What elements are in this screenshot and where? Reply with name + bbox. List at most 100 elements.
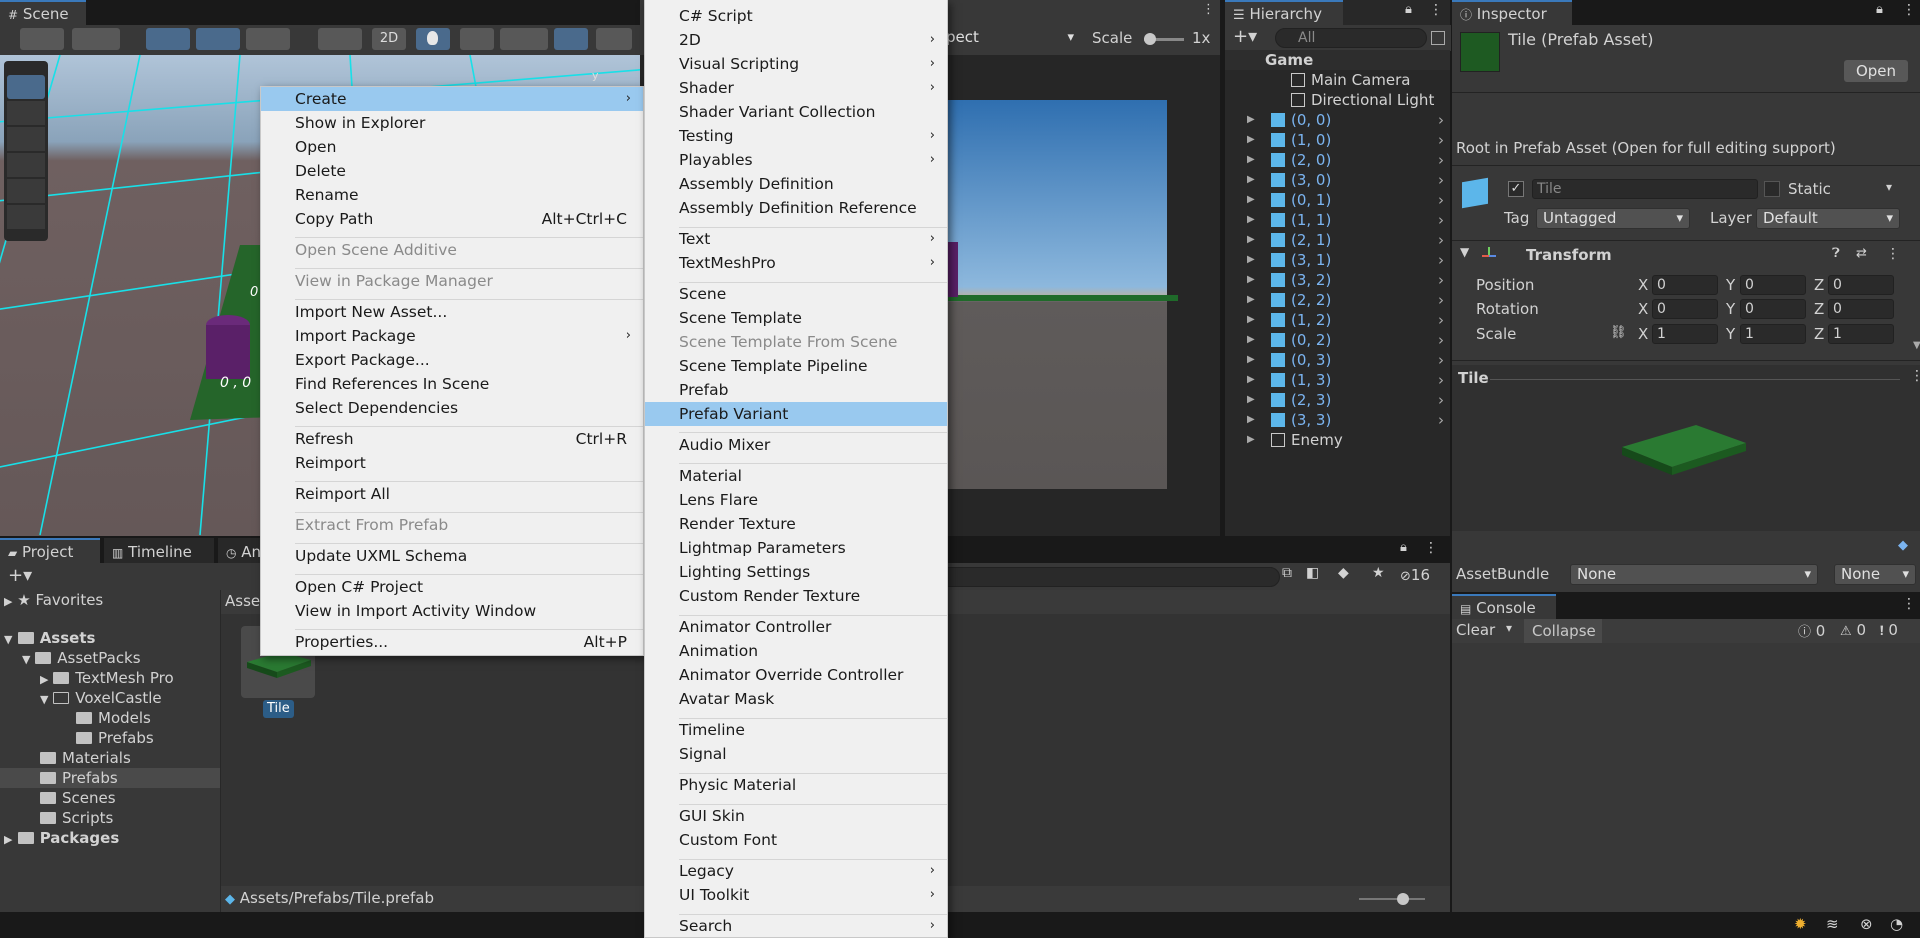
foldout-icon[interactable]: ▶ [1247, 410, 1255, 430]
help-icon[interactable]: ❓︎ [1832, 246, 1840, 261]
tree-voxelcastle-prefabs[interactable]: Prefabs [76, 728, 154, 748]
effects-dropdown[interactable] [500, 28, 548, 50]
aspect-dropdown[interactable]: pect [940, 28, 1080, 49]
filter-type-icon[interactable]: ◧ [1306, 565, 1319, 581]
foldout-icon[interactable]: ▶ [1247, 330, 1255, 350]
more-icon[interactable]: ⋮ [1902, 2, 1916, 18]
chevron-right-icon[interactable]: › [1438, 110, 1444, 130]
chevron-right-icon[interactable]: › [1438, 370, 1444, 390]
shading-dropdown[interactable] [318, 28, 362, 50]
position-y-input[interactable]: 0 [1740, 275, 1806, 295]
tag-dropdown[interactable]: Untagged [1536, 208, 1690, 229]
scale-z-input[interactable]: 1 [1828, 324, 1894, 344]
chevron-right-icon[interactable]: › [1438, 410, 1444, 430]
log-counter[interactable]: ⓘ 0 [1798, 621, 1825, 640]
audio-toggle[interactable] [460, 28, 494, 50]
menu-item[interactable]: Select Dependencies [261, 396, 643, 420]
thumbnail-size-slider[interactable] [1359, 893, 1425, 905]
clear-button[interactable]: Clear [1456, 621, 1495, 639]
menu-item[interactable]: Shader Variant Collection [645, 100, 947, 124]
breadcrumb[interactable]: Asse [225, 592, 260, 610]
hierarchy-item[interactable]: ▶ (0, 3) › [1225, 350, 1450, 370]
chevron-right-icon[interactable]: › [1438, 290, 1444, 310]
rotation-y-input[interactable]: 0 [1740, 299, 1806, 319]
menu-item[interactable]: 2D › [645, 28, 947, 52]
foldout-icon[interactable]: ▶ [1247, 150, 1255, 170]
tab-scene[interactable]: # Scene [0, 0, 86, 25]
chevron-right-icon[interactable]: › [1438, 210, 1444, 230]
tree-assetpacks[interactable]: ▼ AssetPacks [22, 648, 141, 668]
position-x-input[interactable]: 0 [1652, 275, 1718, 295]
menu-item[interactable]: Open [261, 135, 643, 159]
assetbundle-variant-dropdown[interactable]: None [1834, 564, 1916, 585]
static-checkbox[interactable] [1764, 181, 1780, 197]
menu-item[interactable]: Render Texture [645, 512, 947, 536]
menu-item[interactable]: Assembly Definition Reference [645, 196, 947, 220]
hierarchy-item[interactable]: ▶ (3, 0) › [1225, 170, 1450, 190]
clear-dropdown-icon[interactable]: ▾ [1506, 621, 1512, 635]
tree-packages[interactable]: ▶ Packages [4, 828, 119, 848]
tree-prefabs[interactable]: Prefabs [40, 768, 118, 788]
hierarchy-item[interactable]: ▶ (0, 2) › [1225, 330, 1450, 350]
hierarchy-item[interactable]: ▶ (3, 1) › [1225, 250, 1450, 270]
menu-item[interactable]: Animation [645, 639, 947, 663]
menu-item[interactable]: Scene Template [645, 306, 947, 330]
hierarchy-item[interactable]: Main Camera [1225, 70, 1450, 90]
hierarchy-item[interactable]: ▶ (0, 0) › [1225, 110, 1450, 130]
menu-item[interactable]: Search › [645, 914, 947, 938]
chevron-right-icon[interactable]: › [1438, 350, 1444, 370]
foldout-icon[interactable]: ▶ [1247, 110, 1255, 130]
menu-item[interactable]: Physic Material [645, 773, 947, 797]
menu-item[interactable]: Material [645, 464, 947, 488]
menu-item[interactable]: Reimport All [261, 482, 643, 506]
tab-inspector[interactable]: ⓘ Inspector [1452, 0, 1572, 25]
search-options-icon[interactable]: ⧉ [1282, 565, 1292, 581]
hierarchy-item[interactable]: Directional Light [1225, 90, 1450, 110]
tree-favorites[interactable]: ▶ ★ Favorites [4, 590, 103, 610]
menu-item[interactable]: Rename [261, 183, 643, 207]
transform-foldout-icon[interactable]: ▼ [1460, 245, 1469, 259]
menu-item[interactable]: Scene Template Pipeline [645, 354, 947, 378]
favorite-star-icon[interactable]: ★ [1372, 565, 1385, 581]
chevron-right-icon[interactable]: › [1438, 170, 1444, 190]
hierarchy-search-input[interactable]: All [1275, 28, 1427, 48]
2d-toggle[interactable]: 2D [372, 28, 406, 50]
lock-icon[interactable]: 🔒︎ [1876, 2, 1883, 17]
menu-item[interactable]: GUI Skin [645, 804, 947, 828]
menu-item[interactable]: UI Toolkit › [645, 883, 947, 907]
tab-console[interactable]: ▤ Console [1452, 594, 1556, 619]
foldout-icon[interactable]: ▶ [1247, 210, 1255, 230]
hidden-objects-toggle[interactable] [554, 28, 588, 50]
scroll-down-icon[interactable]: ▼ [1913, 340, 1920, 351]
menu-item[interactable]: Text › [645, 227, 947, 251]
tab-timeline[interactable]: ▥ Timeline [104, 538, 214, 563]
menu-item[interactable]: Custom Font [645, 828, 947, 852]
rotate-tool-icon[interactable] [7, 127, 45, 151]
lighting-build-icon[interactable]: ✹ [1794, 915, 1807, 933]
hierarchy-item[interactable]: ▶ (1, 2) › [1225, 310, 1450, 330]
cache-icon[interactable]: ≋ [1826, 915, 1839, 933]
menu-item[interactable]: Show in Explorer [261, 111, 643, 135]
transform-tool-icon[interactable] [7, 205, 45, 229]
lighting-toggle[interactable] [416, 28, 450, 50]
menu-item[interactable]: Lighting Settings [645, 560, 947, 584]
draw-mode-dropdown[interactable] [20, 28, 64, 50]
more-icon[interactable]: ⋮ [1424, 540, 1438, 556]
project-search-input[interactable] [940, 567, 1280, 587]
add-icon[interactable]: +▾ [1233, 26, 1257, 47]
menu-item[interactable]: Import Package › [261, 324, 643, 348]
more-icon[interactable]: ⋮ [1429, 2, 1443, 18]
more-icon[interactable]: ⋮ [1202, 2, 1215, 17]
menu-item[interactable]: Find References In Scene [261, 372, 643, 396]
menu-item[interactable]: Copy Path Alt+Ctrl+C [261, 207, 643, 231]
chevron-right-icon[interactable]: › [1438, 330, 1444, 350]
menu-item[interactable]: Timeline [645, 718, 947, 742]
menu-item[interactable]: Lens Flare [645, 488, 947, 512]
more-icon[interactable]: ⋮ [1886, 246, 1900, 262]
globe-dropdown[interactable] [72, 28, 120, 50]
hand-tool-icon[interactable] [7, 75, 45, 99]
grid-snap-dropdown[interactable] [196, 28, 240, 50]
collapse-toggle[interactable]: Collapse [1524, 619, 1602, 643]
menu-item[interactable]: Properties... Alt+P [261, 630, 643, 654]
hierarchy-item[interactable]: ▶ (0, 1) › [1225, 190, 1450, 210]
